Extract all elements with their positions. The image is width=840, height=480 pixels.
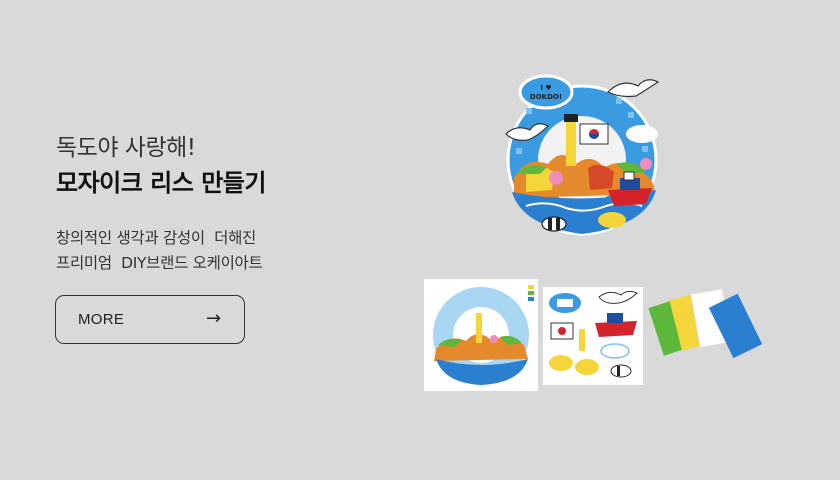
banner-text: 독도야 사랑해! 모자이크 리스 만들기 창의적인 생각과 감성이 더해진 프리…: [56, 132, 386, 276]
description-line: 프리미엄 DIY브랜드 오케이아트: [56, 254, 263, 272]
banner-description: 창의적인 생각과 감성이 더해진 프리미엄 DIY브랜드 오케이아트: [56, 226, 386, 276]
banner-title: 모자이크 리스 만들기: [56, 169, 266, 197]
svg-text:I ♥: I ♥: [540, 84, 551, 92]
promo-banner: 독도야 사랑해! 모자이크 리스 만들기 창의적인 생각과 감성이 더해진 프리…: [0, 0, 840, 480]
banner-subtitle: 독도야 사랑해!: [56, 135, 196, 161]
sticker-sheet-thumbnail: [543, 287, 643, 385]
svg-text:DOKDO!: DOKDO!: [530, 93, 562, 101]
arrow-right-icon: →: [206, 308, 222, 329]
description-line: 창의적인 생각과 감성이 더해진: [56, 229, 256, 247]
more-button[interactable]: MORE →: [55, 295, 245, 344]
mosaic-paper-thumbnail: [648, 282, 766, 364]
base-board-thumbnail: [424, 279, 538, 391]
wreath-product-image: I ♥ DOKDO!: [496, 68, 672, 248]
more-button-label: MORE: [78, 311, 125, 328]
